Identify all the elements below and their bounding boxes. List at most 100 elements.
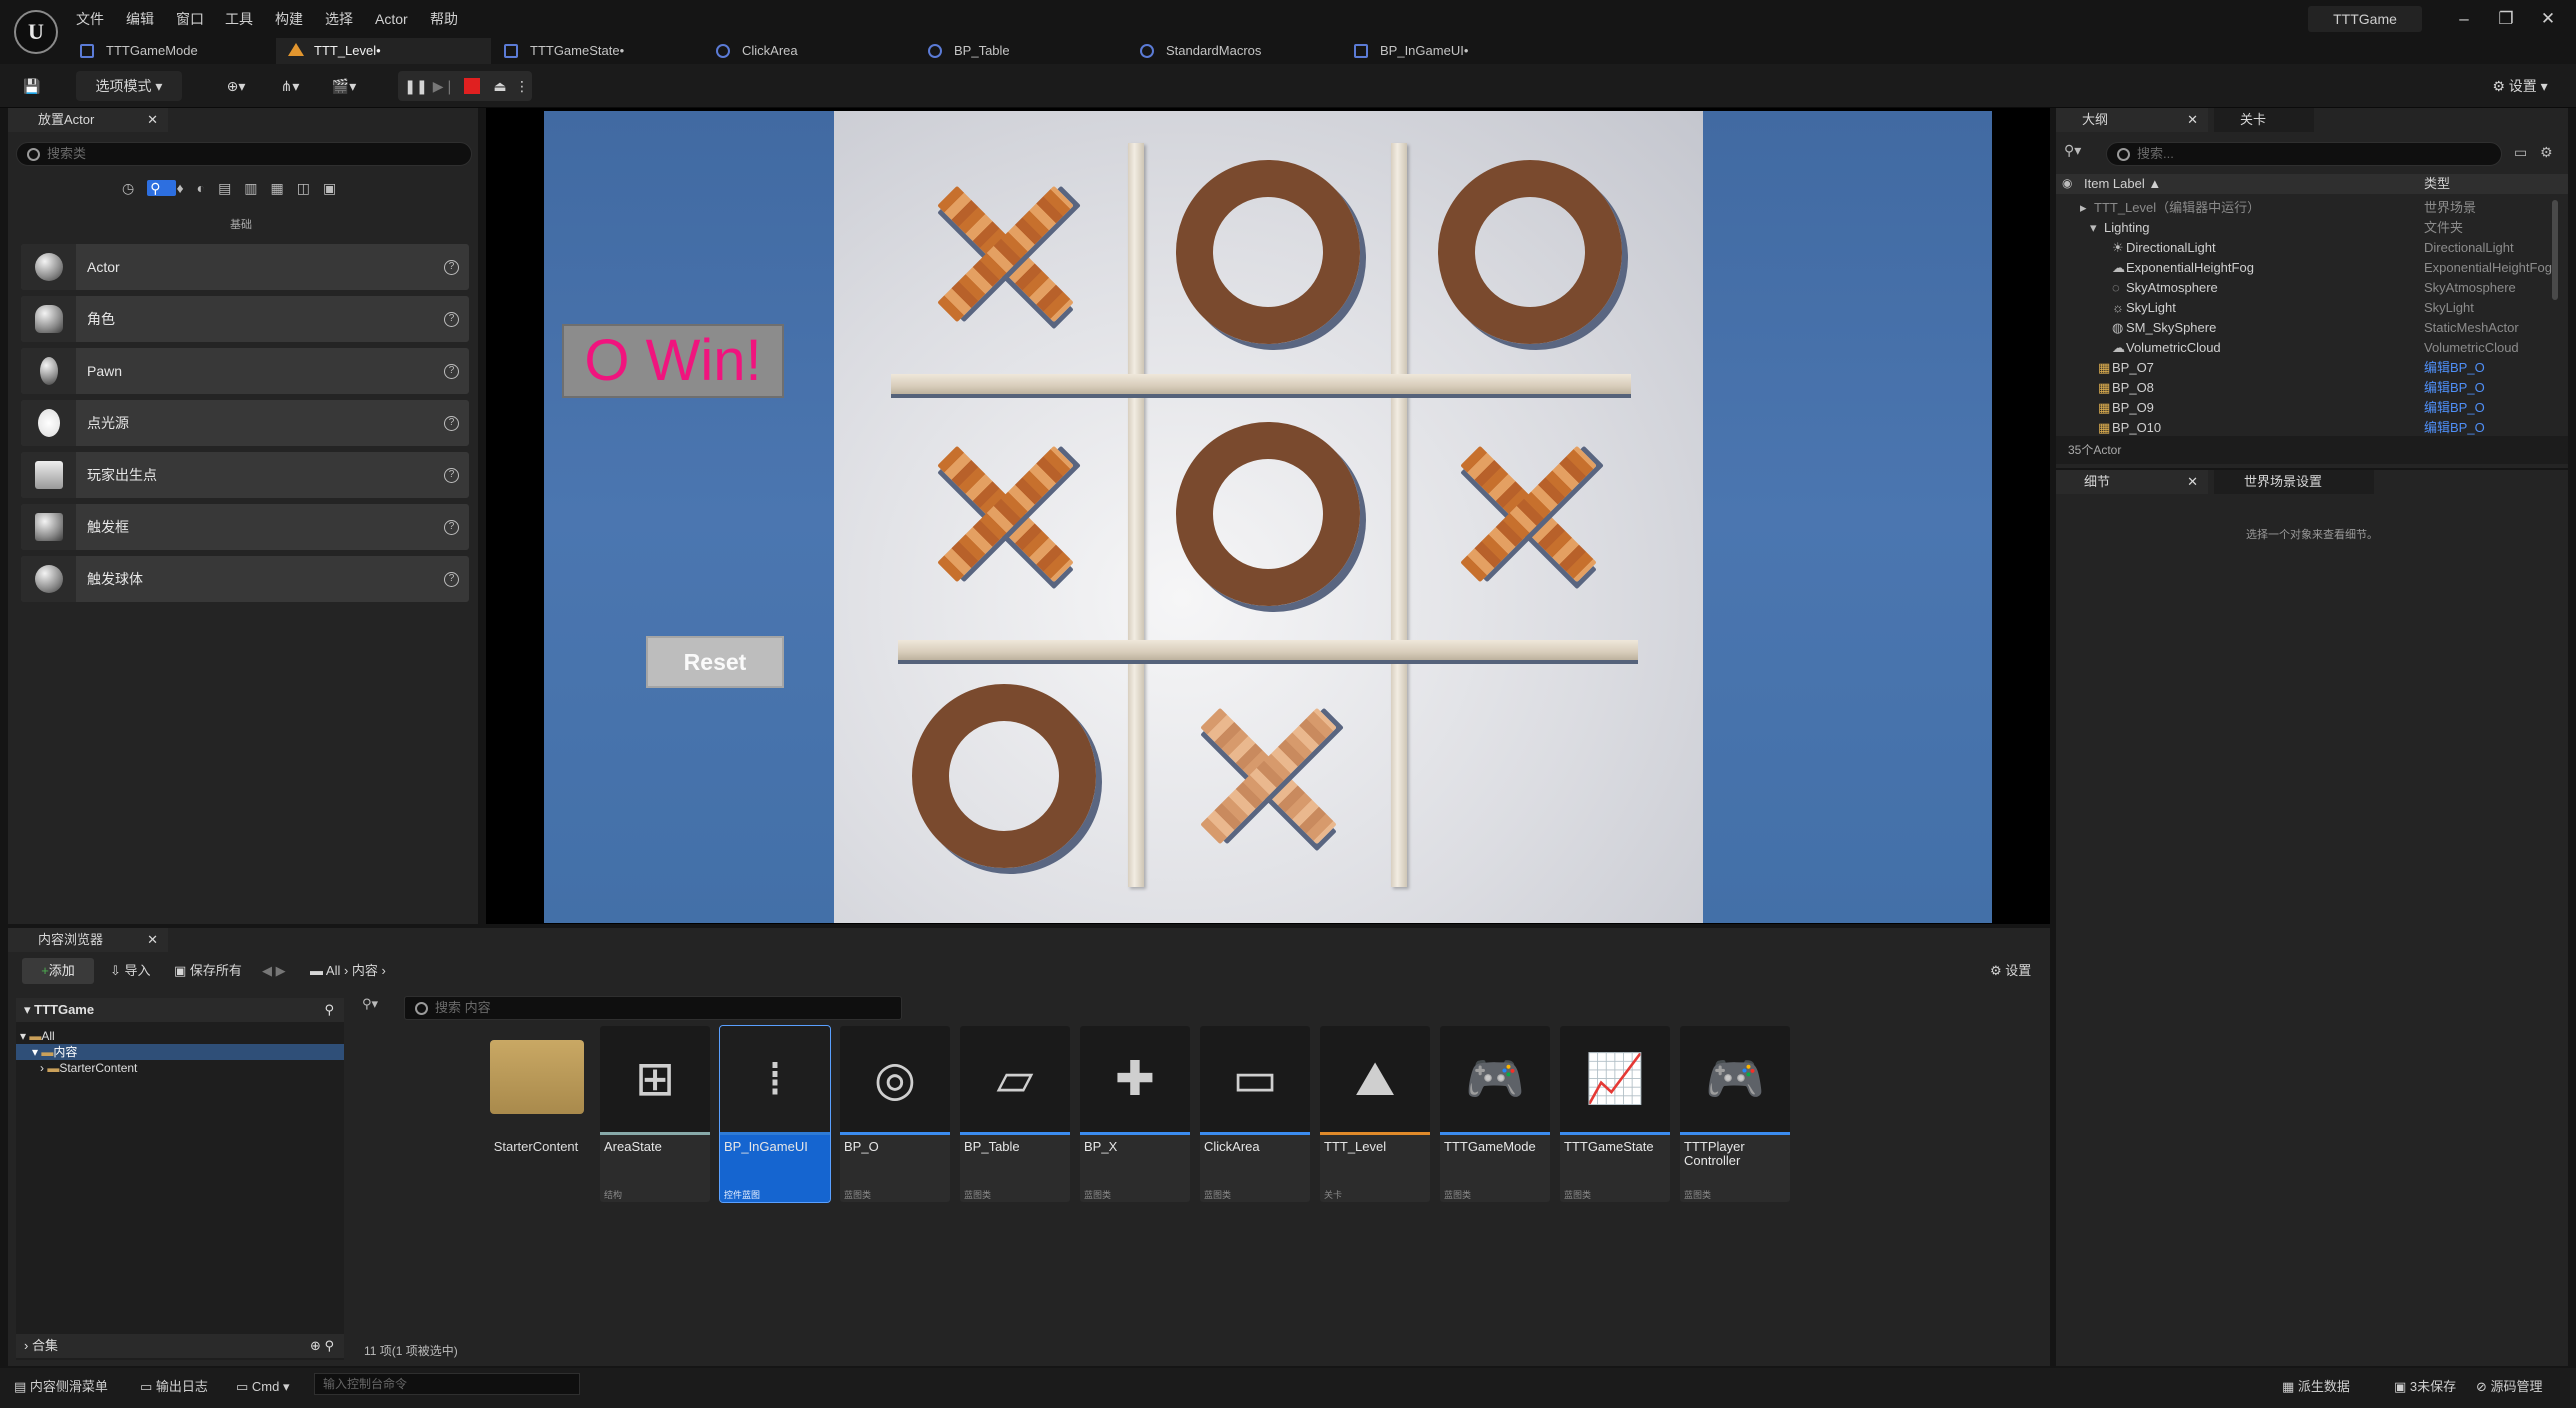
- content-browser-tab[interactable]: 内容浏览器 ✕: [8, 928, 168, 952]
- outliner-row[interactable]: ▦ BP_O9 编辑BP_O: [2056, 398, 2552, 418]
- outliner-tab[interactable]: 大纲 ✕: [2056, 108, 2208, 132]
- eye-icon[interactable]: ◉: [2062, 176, 2072, 190]
- source-control-button[interactable]: ⊘ 源码管理: [2476, 1373, 2543, 1401]
- help-icon[interactable]: ?: [444, 520, 459, 535]
- stop-icon[interactable]: [464, 78, 480, 94]
- unreal-logo-icon[interactable]: U: [14, 10, 58, 54]
- board-cell-o[interactable]: [912, 684, 1096, 868]
- add-folder-icon[interactable]: ▭: [2514, 144, 2527, 161]
- tab-clickarea[interactable]: ClickArea: [704, 38, 910, 64]
- menu-build[interactable]: 构建: [275, 0, 303, 38]
- outliner-row[interactable]: ☁ ExponentialHeightFog ExponentialHeightFo…: [2056, 258, 2552, 278]
- folder-item[interactable]: StarterContent: [480, 1026, 590, 1202]
- outliner-search-input[interactable]: 搜索...: [2106, 142, 2502, 166]
- close-icon[interactable]: ✕: [2526, 0, 2570, 38]
- outliner-row-type[interactable]: 编辑BP_O: [2424, 378, 2485, 398]
- asset-item[interactable]: ⛰ TTT_Level 关卡: [1320, 1026, 1430, 1202]
- help-icon[interactable]: ?: [444, 468, 459, 483]
- tree-item-starter-content[interactable]: › ▬StarterContent: [40, 1060, 137, 1076]
- menu-actor[interactable]: Actor: [375, 0, 408, 38]
- place-item-trigger-box[interactable]: 触发框?: [21, 504, 469, 550]
- reset-button[interactable]: Reset: [646, 636, 784, 688]
- asset-item[interactable]: ◎ BP_O 蓝图类: [840, 1026, 950, 1202]
- asset-item[interactable]: ⊞ AreaState 结构: [600, 1026, 710, 1202]
- unsaved-button[interactable]: ▣ 3未保存: [2394, 1373, 2456, 1401]
- output-log-button[interactable]: ▭ 输出日志: [140, 1373, 208, 1401]
- board-cell-o[interactable]: [1438, 160, 1622, 344]
- help-icon[interactable]: ?: [444, 312, 459, 327]
- outliner-row[interactable]: ▾ Lighting 文件夹: [2056, 218, 2552, 238]
- help-icon[interactable]: ?: [444, 416, 459, 431]
- outliner-row[interactable]: ☼ SkyLight SkyLight: [2056, 298, 2552, 318]
- outliner-row-type[interactable]: 编辑BP_O: [2424, 358, 2485, 378]
- column-type[interactable]: 类型: [2424, 174, 2450, 194]
- asset-item[interactable]: 📈 TTTGameState 蓝图类: [1560, 1026, 1670, 1202]
- filter-icon[interactable]: ⚲▾: [2064, 142, 2081, 159]
- save-icon[interactable]: 💾: [14, 71, 50, 101]
- derived-data-button[interactable]: ▦ 派生数据: [2282, 1373, 2350, 1401]
- board-cell-x[interactable]: [1456, 442, 1601, 587]
- tab-bp-table[interactable]: BP_Table: [916, 38, 1122, 64]
- outliner-row-type[interactable]: 编辑BP_O: [2424, 398, 2485, 418]
- place-item-point-light[interactable]: 点光源?: [21, 400, 469, 446]
- menu-select[interactable]: 选择: [325, 0, 353, 38]
- outliner-row[interactable]: ◍ SM_SkySphere StaticMeshActor: [2056, 318, 2552, 338]
- breadcrumb[interactable]: ▬ All › 内容 ›: [310, 958, 386, 984]
- help-icon[interactable]: ?: [444, 364, 459, 379]
- board-cell-o[interactable]: [1176, 160, 1360, 344]
- outliner-row[interactable]: ☀ DirectionalLight DirectionalLight: [2056, 238, 2552, 258]
- content-search-input[interactable]: 搜索 内容: [404, 996, 902, 1020]
- tree-item-all[interactable]: ▾ ▬All: [20, 1028, 55, 1044]
- outliner-scrollbar[interactable]: [2552, 200, 2558, 300]
- menu-window[interactable]: 窗口: [176, 0, 204, 38]
- outliner-row[interactable]: ☁ VolumetricCloud VolumetricCloud: [2056, 338, 2552, 358]
- column-item-label[interactable]: Item Label ▲: [2084, 174, 2161, 194]
- console-input[interactable]: 输入控制台命令: [314, 1373, 580, 1395]
- outliner-row[interactable]: ▦ BP_O8 编辑BP_O: [2056, 378, 2552, 398]
- asset-item[interactable]: 🎮 TTTPlayer Controller 蓝图类: [1680, 1026, 1790, 1202]
- cb-settings-button[interactable]: ⚙ 设置: [1990, 958, 2031, 984]
- place-actors-tab[interactable]: 放置Actor ✕: [8, 108, 168, 132]
- help-icon[interactable]: ?: [444, 572, 459, 587]
- eject-icon[interactable]: ⏏: [488, 71, 512, 101]
- menu-tools[interactable]: 工具: [225, 0, 253, 38]
- place-item-trigger-sphere[interactable]: 触发球体?: [21, 556, 469, 602]
- place-item-character[interactable]: 角色?: [21, 296, 469, 342]
- class-search-input[interactable]: 搜索类: [16, 142, 472, 166]
- tab-ttt-level[interactable]: TTT_Level•: [276, 38, 491, 64]
- close-icon[interactable]: ✕: [2187, 108, 2198, 132]
- cmd-dropdown[interactable]: ▭ Cmd ▾: [236, 1373, 290, 1401]
- outliner-row[interactable]: ◌ SkyAtmosphere SkyAtmosphere: [2056, 278, 2552, 298]
- search-icon[interactable]: ⚲: [324, 998, 334, 1022]
- import-button[interactable]: ⇩ 导入: [110, 958, 151, 984]
- asset-item[interactable]: 🎮 TTTGameMode 蓝图类: [1440, 1026, 1550, 1202]
- asset-item[interactable]: ▭ ClickArea 蓝图类: [1200, 1026, 1310, 1202]
- asset-item[interactable]: ▱ BP_Table 蓝图类: [960, 1026, 1070, 1202]
- breadcrumb-all[interactable]: All: [326, 963, 340, 978]
- cinematics-icon[interactable]: 🎬▾: [322, 71, 366, 101]
- pause-icon[interactable]: ❚❚: [404, 71, 428, 101]
- board-cell-x[interactable]: [933, 182, 1078, 327]
- content-drawer-button[interactable]: ▤ 内容侧滑菜单: [14, 1373, 108, 1401]
- gear-icon[interactable]: ⚙: [2540, 144, 2553, 161]
- more-options-icon[interactable]: ⋮: [514, 71, 530, 101]
- minimize-icon[interactable]: –: [2442, 0, 2486, 38]
- menu-edit[interactable]: 编辑: [126, 0, 154, 38]
- blueprint-menu-icon[interactable]: ⋔▾: [268, 71, 312, 101]
- save-all-button[interactable]: ▣ 保存所有: [174, 958, 242, 984]
- menu-file[interactable]: 文件: [76, 0, 104, 38]
- tree-item-content[interactable]: ▾ ▬内容: [16, 1044, 344, 1060]
- tab-tttgamestate[interactable]: TTTGameState•: [492, 38, 702, 64]
- levels-tab[interactable]: 关卡: [2214, 108, 2314, 132]
- close-icon[interactable]: ✕: [147, 928, 158, 952]
- board-cell-empty[interactable]: [1500, 700, 1640, 840]
- tree-root[interactable]: ▾ TTTGame ⚲: [16, 998, 344, 1022]
- settings-button[interactable]: ⚙ 设置 ▾: [2480, 71, 2560, 101]
- collections-actions-icon[interactable]: ⊕ ⚲: [310, 1334, 334, 1358]
- basic-category-icon[interactable]: ⚲: [147, 180, 177, 196]
- details-tab[interactable]: 细节 ✕: [2056, 470, 2208, 494]
- breadcrumb-content[interactable]: 内容: [352, 963, 378, 978]
- step-icon[interactable]: ▶❘: [432, 71, 456, 101]
- outliner-row[interactable]: ▸ TTT_Level（编辑器中运行） 世界场景: [2056, 198, 2552, 218]
- asset-item[interactable]: ⁞ BP_InGameUI 控件蓝图: [719, 1025, 831, 1203]
